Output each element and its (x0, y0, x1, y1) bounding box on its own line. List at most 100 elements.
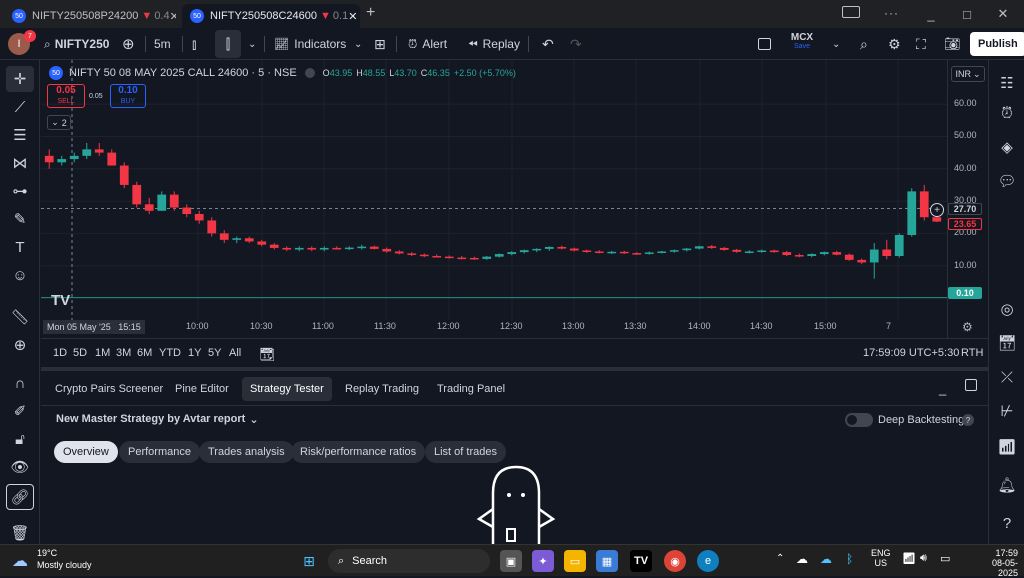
candle-body[interactable] (282, 247, 292, 250)
candle-body[interactable] (394, 251, 404, 254)
new-tab-button[interactable]: + (366, 4, 375, 22)
price-chart[interactable]: 50 NIFTY 50 08 MAY 2025 CALL 24600 · 5 ·… (41, 60, 947, 338)
candle-body[interactable] (357, 246, 367, 249)
candle-body[interactable] (69, 155, 79, 160)
candle-body[interactable] (594, 251, 604, 253)
session-label[interactable]: RTH (961, 347, 983, 359)
close-tab-icon[interactable]: ✕ (170, 10, 176, 23)
candle-body[interactable] (144, 204, 154, 211)
alerts-clock-icon[interactable]: ⏰︎ (994, 100, 1020, 126)
subtab-list-of-trades[interactable]: List of trades (425, 441, 506, 463)
range-button-1m[interactable]: 1M (95, 347, 110, 359)
strategy-selector[interactable]: New Master Strategy by Avtar report ⌄ (56, 413, 259, 426)
range-button-5y[interactable]: 5Y (208, 347, 221, 359)
chevron-down-icon[interactable]: ⌄ (350, 32, 366, 56)
candle-body[interactable] (419, 254, 429, 257)
wifi-icon[interactable]: 📶︎ (902, 552, 916, 565)
layout-grid-icon[interactable]: ⊞ (370, 32, 390, 56)
calendar-icon[interactable]: 📅︎ (994, 330, 1020, 356)
candle-body[interactable] (644, 252, 654, 254)
exchange-layout[interactable]: MCX Save (782, 32, 822, 50)
camera-icon[interactable]: 📷︎ (940, 32, 965, 56)
candle-body[interactable] (57, 159, 67, 163)
edge-icon[interactable]: e (697, 550, 719, 572)
candle-body[interactable] (169, 194, 179, 208)
candle-body[interactable] (232, 238, 242, 240)
collapse-indicators-button[interactable]: ⌄ 2 (47, 115, 71, 130)
candle-body[interactable] (832, 252, 842, 255)
candle-body[interactable] (119, 165, 129, 185)
candle-body[interactable] (907, 191, 917, 235)
emoji-icon[interactable]: ☺ (6, 262, 34, 288)
cloud-icon[interactable]: ☁ (820, 552, 832, 566)
candle-body[interactable] (44, 155, 54, 163)
legend-title[interactable]: NIFTY 50 08 MAY 2025 CALL 24600 · 5 · NS… (69, 67, 297, 79)
candle-body[interactable] (519, 250, 529, 253)
chevron-down-icon[interactable]: ⌄ (828, 32, 844, 56)
interval-button[interactable]: 5m (150, 32, 175, 56)
signal-icon[interactable]: 📶︎ (994, 434, 1020, 460)
candle-body[interactable] (307, 247, 317, 250)
maximize-panel-icon[interactable] (965, 379, 977, 391)
candle-body[interactable] (557, 246, 567, 249)
file-explorer-icon[interactable]: ▭ (564, 550, 586, 572)
candle-body[interactable] (444, 256, 454, 259)
currency-selector[interactable]: INR ⌄ (951, 66, 985, 82)
task-view-icon[interactable]: ▣ (500, 550, 522, 572)
taskbar-search[interactable]: ⌕ Search (328, 549, 490, 573)
text-icon[interactable]: T (6, 234, 34, 260)
trend-line-icon[interactable]: ⟋ (6, 94, 34, 120)
indicators-button[interactable]: 📈︎ Indicators (270, 32, 350, 56)
candle-body[interactable] (482, 256, 492, 259)
candle-body[interactable] (469, 257, 479, 260)
range-button-all[interactable]: All (229, 347, 241, 359)
candle-body[interactable] (382, 248, 392, 252)
candle-body[interactable] (932, 217, 942, 222)
candle-body[interactable] (219, 233, 229, 240)
candle-body[interactable] (757, 250, 767, 253)
layout-icon[interactable] (758, 38, 771, 50)
candle-body[interactable] (569, 248, 579, 251)
candle-body[interactable] (82, 149, 92, 156)
clock-label[interactable]: 17:59:09 UTC+5:30 (863, 347, 959, 359)
battery-icon[interactable]: ▭ (940, 552, 950, 565)
sell-button[interactable]: 0.05 SELL (47, 84, 85, 108)
candle-body[interactable] (582, 250, 592, 253)
candle-body[interactable] (669, 250, 679, 252)
candle-body[interactable] (769, 250, 779, 253)
candle-body[interactable] (619, 251, 629, 254)
fib-retracement-icon[interactable]: ☰ (6, 122, 34, 148)
candle-body[interactable] (894, 235, 904, 256)
bell-icon[interactable]: 🔔︎ (994, 472, 1020, 498)
candle-body[interactable] (319, 247, 329, 250)
buy-button[interactable]: 0.10 BUY (110, 84, 146, 108)
layers-icon[interactable]: ◈ (994, 134, 1020, 160)
range-button-ytd[interactable]: YTD (159, 347, 181, 359)
candle-body[interactable] (882, 249, 892, 256)
tab-trading-panel[interactable]: Trading Panel (429, 377, 513, 401)
candle-body[interactable] (507, 252, 517, 255)
compare-symbol-icon[interactable]: ⊕ (118, 32, 139, 56)
trash-icon[interactable]: 🗑︎ (6, 520, 34, 546)
pattern-scan-icon[interactable]: ⤫ (994, 364, 1020, 390)
candle-body[interactable] (94, 149, 104, 153)
candle-body[interactable] (694, 246, 704, 249)
candle-body[interactable] (794, 255, 804, 257)
candle-body[interactable] (819, 252, 829, 255)
watchlist-icon[interactable]: ☷ (994, 70, 1020, 96)
browser-tab-put[interactable]: 50 NIFTY250508P24200 ▼ 0.4 ✕ (4, 4, 176, 28)
minimize-panel-icon[interactable]: _ (939, 381, 946, 396)
lock-icon[interactable]: 🔓︎ (6, 426, 34, 452)
chat-icon[interactable]: 💬︎ (994, 168, 1020, 194)
candle-body[interactable] (682, 248, 692, 251)
minimize-button[interactable]: _ (916, 4, 946, 24)
redo-icon[interactable]: ↷ (566, 32, 586, 56)
add-alert-plus-icon[interactable]: + (930, 203, 944, 217)
candle-body[interactable] (844, 254, 854, 260)
candle-body[interactable] (294, 247, 304, 250)
chevron-up-icon[interactable]: ⌃ (776, 553, 784, 564)
candle-body[interactable] (432, 256, 442, 258)
symbol-search[interactable]: ⌕ NIFTY250 (40, 32, 113, 56)
browser-tab-call[interactable]: 50 NIFTY250508C24600 ▼ 0.1 ✕ (182, 4, 360, 28)
fullscreen-icon[interactable]: ⛶ (912, 32, 930, 56)
